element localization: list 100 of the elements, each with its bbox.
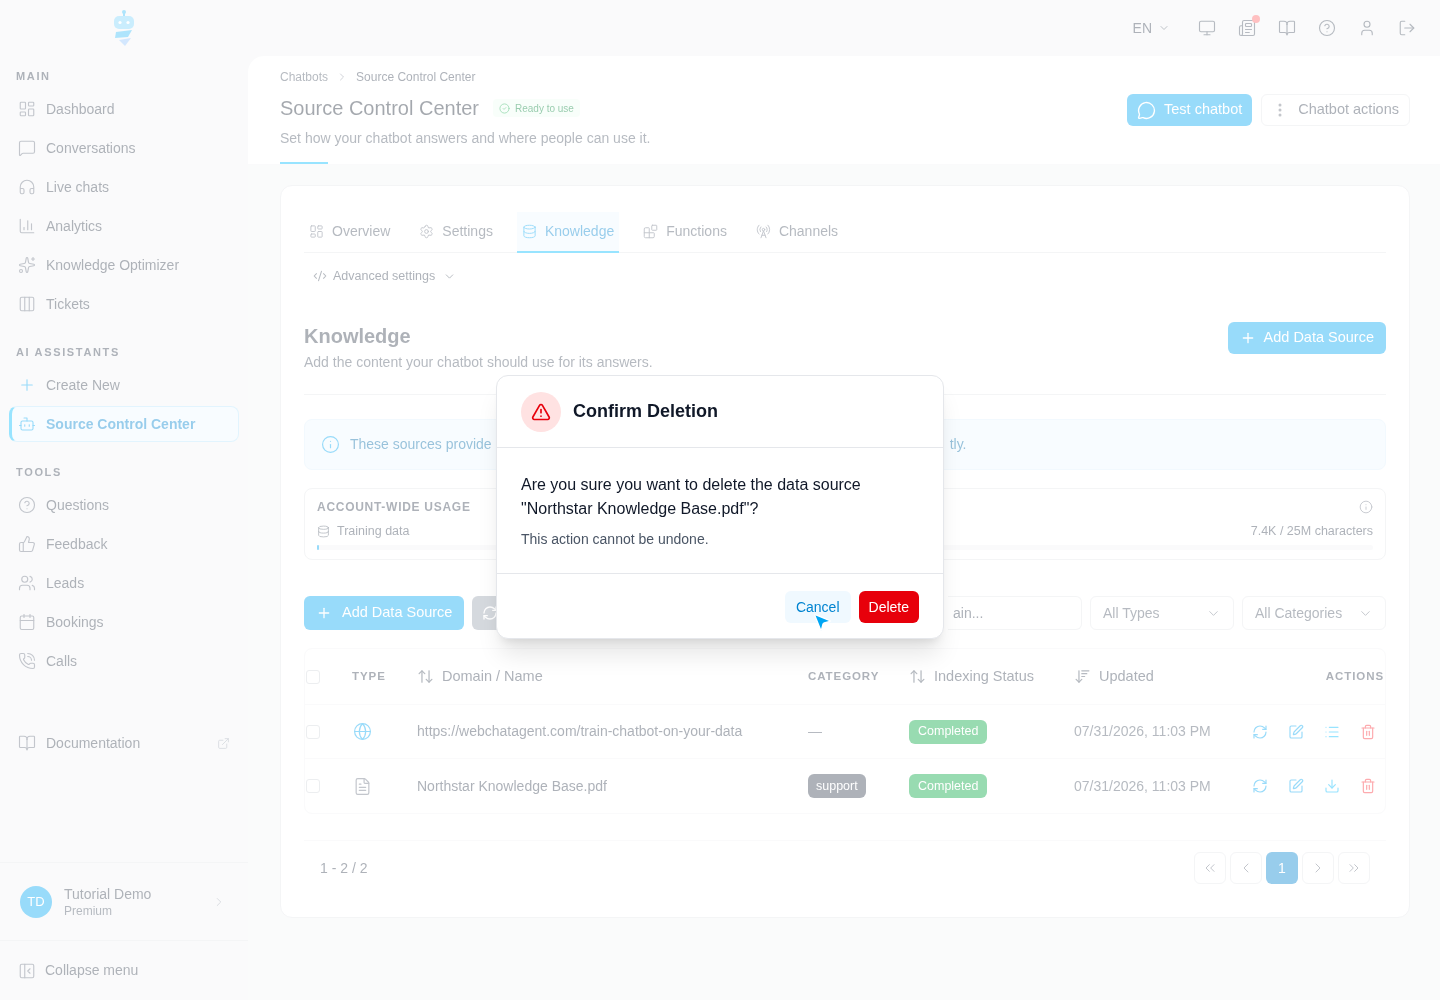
sidebar-item[interactable]: Dashboard <box>9 91 239 127</box>
table-cell-text: Northstar Knowledge Base.pdf <box>417 776 607 796</box>
language-select[interactable]: EN <box>1132 17 1170 39</box>
open-book-icon[interactable] <box>1278 19 1296 37</box>
sidebar-item[interactable]: Knowledge Optimizer <box>9 247 239 283</box>
table-cell-text: 07/31/2026, 11:03 PM <box>1074 722 1211 741</box>
breadcrumb-link[interactable]: Chatbots <box>280 68 329 86</box>
delete-button[interactable]: Delete <box>858 591 919 623</box>
column-header: TYPE <box>352 668 386 684</box>
sidebar-item[interactable]: Analytics <box>9 208 239 244</box>
check-circle-icon <box>499 102 510 114</box>
cancel-button[interactable]: Cancel <box>784 591 851 623</box>
collapse-panel-icon <box>18 961 36 980</box>
dialog-title: Confirm Deletion <box>573 400 718 423</box>
chat-bubble-icon <box>18 139 36 157</box>
warning-icon <box>521 391 561 432</box>
user-name: Tutorial Demo <box>64 884 152 903</box>
tab[interactable]: Knowledge <box>516 212 620 253</box>
bar-chart-icon <box>18 217 36 235</box>
previous-page-button[interactable] <box>1230 852 1262 884</box>
sidebar-item[interactable]: Source Control Center <box>9 406 239 442</box>
sidebar-item[interactable]: Tickets <box>9 286 239 322</box>
sidebar-item[interactable]: Questions <box>9 487 239 523</box>
first-page-button[interactable] <box>1194 852 1226 884</box>
tab[interactable]: Overview <box>304 212 396 253</box>
status-badge: Completed <box>909 774 988 798</box>
tab[interactable]: Settings <box>414 212 498 253</box>
refresh-icon[interactable] <box>1252 723 1268 740</box>
book-icon <box>18 734 36 752</box>
grid-icon <box>18 100 36 118</box>
test-chatbot-button[interactable]: Test chatbot <box>1127 94 1253 126</box>
column-header[interactable]: Domain / Name <box>417 665 543 688</box>
external-link-icon <box>217 736 230 750</box>
sidebar-item[interactable]: Calls <box>9 643 239 679</box>
last-page-button[interactable] <box>1338 852 1370 884</box>
status-badge: Ready to use <box>493 99 580 117</box>
search-field[interactable]: ain... <box>948 596 1082 630</box>
sidebar-item[interactable]: Feedback <box>9 526 239 562</box>
refresh-icon[interactable] <box>1252 778 1268 794</box>
plus-icon <box>18 376 36 394</box>
collapse-menu-button[interactable]: Collapse menu <box>0 940 248 1000</box>
sidebar-item[interactable]: Leads <box>9 565 239 601</box>
column-header[interactable]: Updated <box>1074 665 1154 688</box>
add-data-source-button[interactable]: Add Data Source <box>1227 322 1386 354</box>
edit-icon[interactable] <box>1288 778 1304 794</box>
tab[interactable]: Functions <box>638 212 732 253</box>
database-icon <box>521 224 537 239</box>
download-icon[interactable] <box>1324 778 1340 794</box>
info-text: These sources provide <box>350 435 492 454</box>
dialog-note: This action cannot be undone. <box>521 530 710 549</box>
status-badge: Completed <box>909 719 988 744</box>
tab[interactable]: Channels <box>750 212 844 253</box>
sort-arrows-icon <box>417 668 434 685</box>
column-header: ACTIONS <box>1325 668 1384 684</box>
thumbs-up-icon <box>18 535 36 553</box>
section-heading: TOOLS <box>16 465 62 480</box>
sidebar-item[interactable]: Bookings <box>9 604 239 640</box>
globe-icon <box>353 722 372 741</box>
code-icon <box>313 269 327 283</box>
people-icon <box>18 574 36 592</box>
newspaper-icon[interactable] <box>1238 19 1256 37</box>
chatbot-actions-button[interactable]: Chatbot actions <box>1261 94 1410 126</box>
database-icon <box>317 524 330 538</box>
type-filter-select[interactable]: All Types <box>1090 596 1234 630</box>
gear-icon <box>419 224 435 239</box>
page-title: Source Control Center <box>280 96 479 121</box>
help-icon[interactable] <box>1318 19 1336 37</box>
page-button[interactable]: 1 <box>1266 852 1298 884</box>
columns-icon <box>18 295 36 313</box>
calendar-icon <box>18 613 36 631</box>
add-data-source-button[interactable]: Add Data Source <box>304 596 465 630</box>
monitor-icon[interactable] <box>1198 19 1216 37</box>
user-profile[interactable]: TD Tutorial Demo Premium <box>0 862 248 940</box>
delete-icon[interactable] <box>1360 778 1376 794</box>
edit-icon[interactable] <box>1288 723 1304 740</box>
table-cell-text: https://webchatagent.com/train-chatbot-on-your-data <box>417 722 743 741</box>
column-header[interactable]: Indexing Status <box>909 665 1034 688</box>
blocks-icon <box>643 224 659 239</box>
sidebar-item[interactable]: Create New <box>9 367 239 403</box>
advanced-settings-toggle[interactable]: Advanced settings <box>304 264 466 288</box>
robot-logo-icon <box>113 10 135 46</box>
plus-icon <box>316 605 332 621</box>
vertical-dots-icon <box>1278 103 1283 117</box>
documentation-link[interactable]: Documentation <box>9 725 239 761</box>
next-page-button[interactable] <box>1302 852 1334 884</box>
category-filter-select[interactable]: All Categories <box>1242 596 1386 630</box>
sidebar-item[interactable]: Conversations <box>9 130 239 166</box>
user-icon[interactable] <box>1358 19 1376 37</box>
logout-icon[interactable] <box>1398 19 1416 37</box>
chat-bubble-icon <box>1137 100 1157 120</box>
phone-icon <box>18 652 36 670</box>
sidebar-item[interactable]: Live chats <box>9 169 239 205</box>
usage-title: ACCOUNT-WIDE USAGE <box>317 499 471 516</box>
section-heading: AI ASSISTANTS <box>16 345 120 360</box>
help-icon <box>18 496 36 514</box>
info-text: tly. <box>949 435 967 454</box>
delete-icon[interactable] <box>1360 723 1376 740</box>
document-icon <box>353 776 372 796</box>
breadcrumb-link[interactable]: Source Control Center <box>356 68 476 86</box>
section-subtitle: Add the content your chatbot should use for its answers. <box>304 353 653 372</box>
